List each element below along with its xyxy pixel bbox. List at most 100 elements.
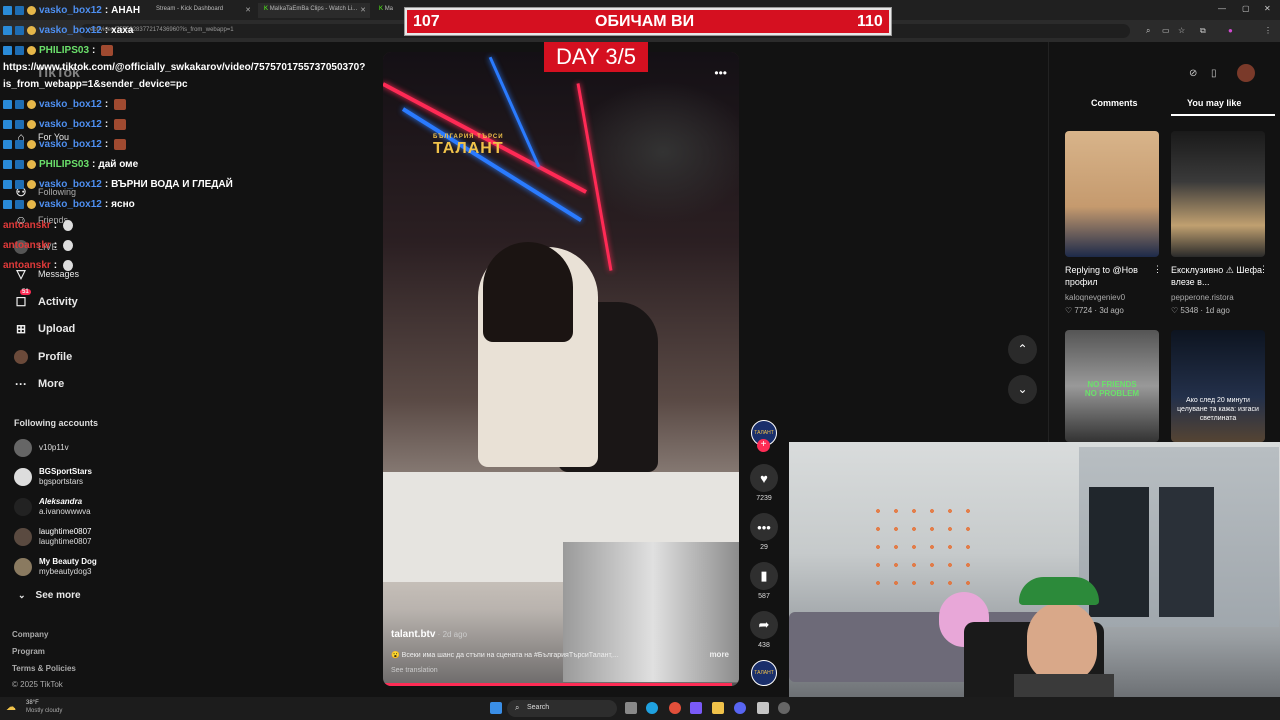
like-count: 7239 (756, 495, 772, 502)
chat-text: is_from_webapp=1&sender_device=pc (3, 79, 188, 90)
chat-username[interactable]: antoanskr (3, 240, 51, 251)
chat-badge-icon (3, 100, 12, 109)
chat-username[interactable]: PHILIPS03 (39, 159, 89, 170)
app-icon[interactable] (734, 702, 746, 714)
save-button[interactable]: ▮ 587 (750, 562, 778, 600)
video-progress-bar[interactable] (383, 683, 739, 686)
follow-plus-icon[interactable]: + (757, 439, 770, 452)
star-icon[interactable]: ☆ (1178, 26, 1185, 35)
account-item[interactable]: v10p11v (14, 439, 69, 457)
chat-message: vasko_box12 : (3, 139, 127, 150)
sidebar-item-upload[interactable]: ⊞ Upload (14, 322, 75, 336)
comment-icon: ••• (750, 513, 778, 541)
see-more-button[interactable]: ⌄ See more (18, 590, 81, 601)
share-button[interactable]: ➦ 438 (750, 611, 778, 649)
activity-badge: 51 (20, 289, 31, 295)
chat-username[interactable]: vasko_box12 (39, 199, 102, 210)
day-counter: DAY 3/5 (544, 42, 648, 72)
weather-temp: 38°F (26, 700, 39, 706)
video-card-thumbnail[interactable]: Ако след 20 минути целуване та кажа: изг… (1171, 330, 1265, 442)
chat-badge-icon (3, 140, 12, 149)
share-count: 438 (758, 642, 770, 649)
sidebar-item-activity[interactable]: ☐ 51 Activity (14, 289, 78, 309)
cast-icon[interactable]: ▭ (1162, 26, 1170, 35)
close-window-icon[interactable]: ✕ (1264, 4, 1271, 13)
menu-dots-icon[interactable]: ⋮ (1264, 26, 1272, 35)
chat-username[interactable]: vasko_box12 (39, 139, 102, 150)
next-video-button[interactable]: ⌄ (1008, 375, 1037, 404)
card-menu-icon[interactable]: ⋮ (1153, 264, 1162, 275)
chat-username[interactable]: vasko_box12 (39, 5, 102, 16)
chat-emote-icon (101, 45, 114, 56)
chat-username[interactable]: PHILIPS03 (39, 45, 89, 56)
avatar (14, 498, 32, 516)
sidebar-item-more[interactable]: ··· More (14, 377, 64, 391)
minimize-icon[interactable]: — (1218, 4, 1226, 13)
video-card-thumbnail[interactable] (1171, 131, 1265, 257)
webcam-feed (789, 442, 1280, 720)
chat-username[interactable]: vasko_box12 (39, 119, 102, 130)
card-menu-icon[interactable]: ⋮ (1259, 264, 1268, 275)
account-handle: v10p11v (39, 443, 69, 452)
zoom-icon[interactable]: ⌕ (1146, 26, 1150, 36)
video-card-author[interactable]: pepperone.ristora (1171, 293, 1234, 302)
video-card-thumbnail[interactable] (1065, 131, 1159, 257)
chat-text: ВЪРНИ ВОДА И ГЛЕДАЙ (111, 179, 233, 190)
tab-you-may-like[interactable]: You may like (1187, 98, 1241, 108)
video-card-caption[interactable]: Ексклузивно ⚠ Шефа влезе в... (1171, 264, 1271, 288)
chat-username[interactable]: vasko_box12 (39, 25, 102, 36)
taskbar-search[interactable]: ⌕ Search (507, 700, 617, 717)
windows-start-icon[interactable] (490, 702, 502, 714)
obs-icon[interactable] (757, 702, 769, 714)
account-item[interactable]: laughtime0807 laughtime0807 (14, 527, 91, 547)
sidebar-item-profile[interactable]: Profile (14, 350, 72, 364)
phone-icon[interactable]: ▯ (1211, 68, 1217, 79)
video-player[interactable]: БЪЛГАРИЯ ТЪРСИ ТАЛАНТ ••• talant.btv · 2d… (383, 52, 739, 686)
edge-icon[interactable] (646, 702, 658, 714)
account-item[interactable]: Aleksandra a.ivanowwwva (14, 497, 91, 517)
account-item[interactable]: My Beauty Dog mybeautydog3 (14, 557, 97, 577)
compass-icon[interactable]: ⊘ (1189, 68, 1197, 79)
chat-badge-icon (15, 140, 24, 149)
save-count: 587 (758, 593, 770, 600)
footer-link[interactable]: Program (12, 647, 45, 656)
sound-avatar[interactable]: ТАЛАНТ (751, 660, 777, 686)
footer-link[interactable]: Company (12, 630, 48, 639)
footer-link[interactable]: Terms & Policies (12, 664, 76, 673)
weather-widget[interactable]: ☁ 38°F Mostly cloudy (6, 700, 62, 716)
previous-video-button[interactable]: ⌃ (1008, 335, 1037, 364)
like-button[interactable]: ♥ 7239 (750, 464, 778, 502)
discord-icon[interactable] (690, 702, 702, 714)
weather-icon: ☁ (6, 702, 16, 713)
more-options-icon[interactable]: ••• (714, 66, 727, 80)
task-view-icon[interactable] (625, 702, 637, 714)
chat-message: https://www.tiktok.com/@officially_swkak… (3, 62, 365, 73)
video-card-thumbnail[interactable]: NO FRIENDS NO PROBLEM (1065, 330, 1159, 442)
file-explorer-icon[interactable] (712, 702, 724, 714)
chrome-icon[interactable] (669, 702, 681, 714)
upload-icon: ⊞ (15, 322, 27, 336)
app-icon[interactable] (778, 702, 790, 714)
heart-icon: ♡ (1065, 306, 1075, 315)
chat-username[interactable]: vasko_box12 (39, 179, 102, 190)
comment-count: 29 (760, 544, 768, 551)
chat-username[interactable]: antoanskr (3, 220, 51, 231)
avatar[interactable] (1237, 64, 1255, 82)
video-stand (563, 542, 739, 682)
chat-username[interactable]: antoanskr (3, 260, 51, 271)
profile-avatar-icon[interactable]: ● (1228, 26, 1233, 35)
comment-button[interactable]: ••• 29 (750, 513, 778, 551)
video-progress-fill (383, 683, 732, 686)
chat-badge-icon (27, 200, 36, 209)
see-translation-link[interactable]: See translation (391, 667, 438, 674)
description-more-button[interactable]: more (709, 650, 729, 659)
extensions-icon[interactable]: ⧉ (1200, 26, 1206, 36)
maximize-icon[interactable]: ▢ (1242, 4, 1250, 13)
video-author[interactable]: talant.btv · 2d ago (391, 629, 467, 640)
video-card-author[interactable]: kaloqnevgeniev0 (1065, 293, 1125, 302)
chat-badge-icon (3, 6, 12, 15)
tab-comments[interactable]: Comments (1091, 98, 1138, 108)
account-item[interactable]: BGSportStars bgsportstars (14, 467, 92, 487)
video-card-caption[interactable]: Replying to @Нов профил (1065, 264, 1165, 288)
chat-username[interactable]: vasko_box12 (39, 99, 102, 110)
